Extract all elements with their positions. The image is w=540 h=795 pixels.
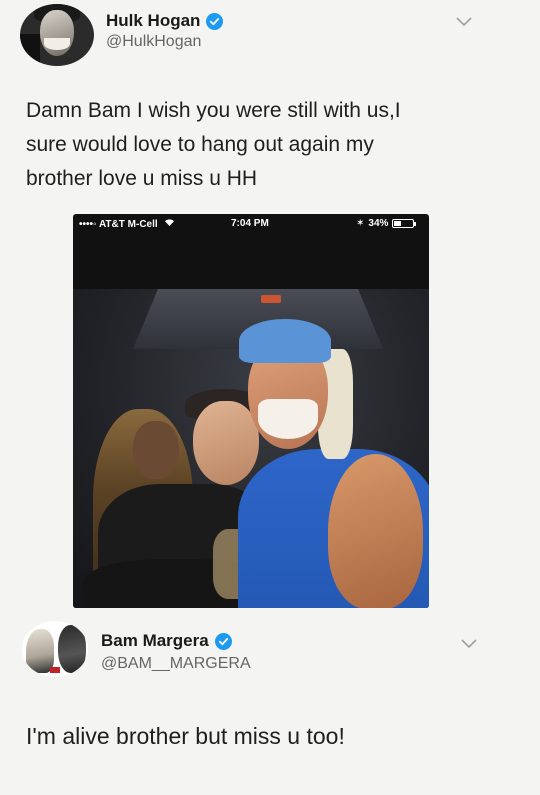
photo-image bbox=[73, 289, 429, 608]
author-name-row[interactable]: Hulk Hogan bbox=[106, 11, 224, 31]
verified-badge-icon bbox=[214, 632, 232, 650]
handle[interactable]: @BAM__MARGERA bbox=[101, 655, 251, 673]
wifi-icon bbox=[164, 218, 175, 230]
tweet-text-line: brother love u miss u HH bbox=[26, 167, 258, 190]
bluetooth-icon: ✶ bbox=[356, 218, 365, 229]
display-name[interactable]: Bam Margera bbox=[101, 631, 209, 651]
embedded-phone-screenshot[interactable]: ••••◦ AT&T M-Cell 7:04 PM ✶ 34% bbox=[73, 214, 429, 608]
tweet-text: Damn Bam I wish you were still with us,I… bbox=[26, 94, 516, 196]
battery-icon bbox=[392, 219, 417, 228]
author-name-row[interactable]: Bam Margera bbox=[101, 631, 232, 651]
tweet-text: I'm alive brother but miss u too! bbox=[26, 723, 345, 749]
battery-percent: 34% bbox=[368, 218, 389, 229]
handle[interactable]: @HulkHogan bbox=[106, 33, 201, 51]
status-time: 7:04 PM bbox=[231, 218, 269, 229]
chevron-down-icon[interactable] bbox=[455, 13, 473, 31]
tweet-text-line: Damn Bam I wish you were still with us,I bbox=[26, 99, 401, 122]
status-bar: ••••◦ AT&T M-Cell 7:04 PM ✶ 34% bbox=[73, 214, 429, 234]
display-name[interactable]: Hulk Hogan bbox=[106, 11, 200, 31]
tweet-text-line: sure would love to hang out again my bbox=[26, 133, 374, 156]
tweet-hulk-hogan: Hulk Hogan @HulkHogan Damn Bam I wish yo… bbox=[0, 0, 540, 610]
verified-badge-icon bbox=[206, 12, 224, 30]
avatar-hulk-hogan[interactable] bbox=[20, 4, 94, 66]
chevron-down-icon[interactable] bbox=[460, 635, 478, 653]
carrier-label: ••••◦ AT&T M-Cell bbox=[79, 218, 175, 230]
avatar-bam-margera[interactable] bbox=[22, 621, 88, 677]
battery-status: ✶ 34% bbox=[356, 218, 417, 229]
